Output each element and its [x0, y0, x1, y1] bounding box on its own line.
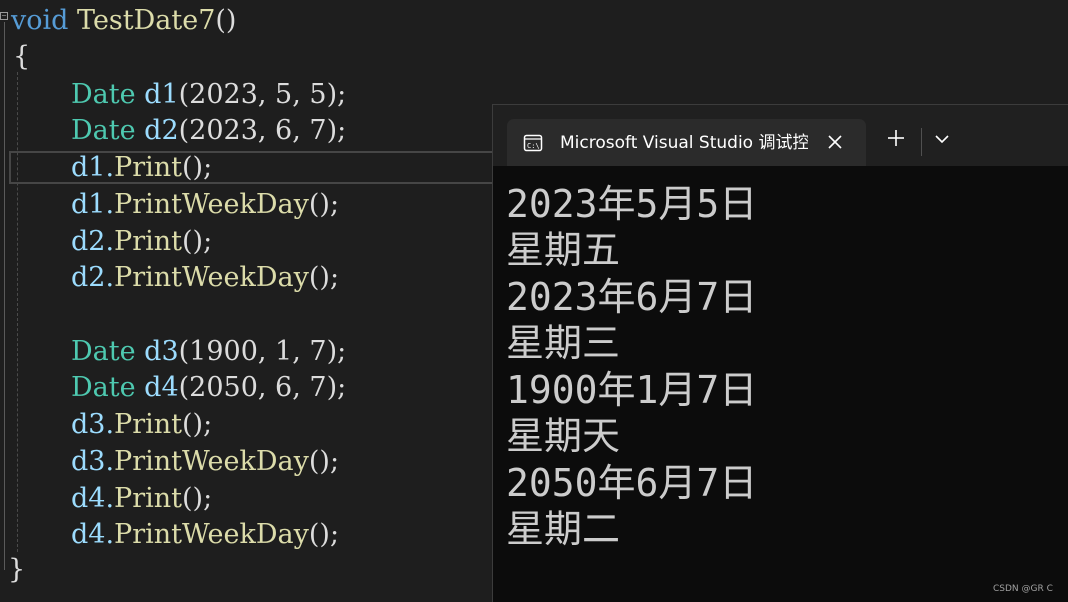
keyword-void: void [11, 5, 69, 36]
type-name: Date [71, 336, 136, 367]
method-name: PrintWeekDay [114, 519, 309, 550]
method-name: Print [114, 409, 182, 440]
constructor-args: (2023, 6, 7); [178, 115, 347, 146]
type-name: Date [71, 372, 136, 403]
method-name: PrintWeekDay [114, 189, 309, 220]
object-name: d2. [71, 226, 115, 257]
object-name: d2. [71, 262, 115, 293]
method-name: PrintWeekDay [114, 446, 309, 477]
call-tail: (); [182, 409, 213, 440]
call-tail: (); [308, 446, 340, 477]
close-icon[interactable] [825, 132, 845, 152]
plus-icon[interactable] [885, 127, 907, 149]
console-tab[interactable]: C:\ Microsoft Visual Studio 调试控制台 [507, 119, 866, 166]
constructor-args: (2050, 6, 7); [178, 372, 347, 403]
variable-name: d1 [144, 79, 179, 110]
code-line-call[interactable]: d1.PrintWeekDay(); [71, 188, 339, 222]
variable-name: d2 [144, 115, 179, 146]
object-name: d1. [71, 152, 115, 183]
variable-name: d4 [144, 372, 179, 403]
output-line: 星期二 [506, 507, 621, 551]
output-line: 星期三 [506, 321, 621, 365]
console-output[interactable]: 2023年5月5日 星期五 2023年6月7日 星期三 1900年1月7日 星期… [493, 166, 1068, 602]
output-line: 星期五 [506, 228, 621, 272]
object-name: d3. [71, 409, 115, 440]
output-line: 2050年6月7日 [506, 461, 758, 505]
method-name: Print [114, 483, 182, 514]
type-name: Date [71, 115, 136, 146]
constructor-args: (1900, 1, 7); [178, 336, 347, 367]
function-name: TestDate7 [77, 5, 216, 36]
code-line-decl-d3[interactable]: Date d3(1900, 1, 7); [71, 335, 346, 369]
output-line: 星期天 [506, 414, 621, 458]
watermark: CSDN @GR C [993, 584, 1053, 594]
call-tail: (); [308, 262, 340, 293]
variable-name: d3 [144, 336, 179, 367]
code-line-decl-d1[interactable]: Date d1(2023, 5, 5); [71, 78, 346, 112]
code-line-call[interactable]: d2.PrintWeekDay(); [71, 261, 339, 295]
object-name: d4. [71, 519, 115, 550]
code-line-call[interactable]: d2.Print(); [71, 225, 212, 259]
call-tail: (); [308, 519, 340, 550]
object-name: d3. [71, 446, 115, 477]
open-brace[interactable]: { [13, 40, 30, 74]
output-line: 1900年1月7日 [506, 368, 758, 412]
function-signature[interactable]: void TestDate7() [11, 4, 236, 38]
code-line-decl-d4[interactable]: Date d4(2050, 6, 7); [71, 371, 346, 405]
call-tail: (); [182, 152, 213, 183]
output-line: 2023年5月5日 [506, 182, 758, 226]
code-line-call[interactable]: d4.PrintWeekDay(); [71, 518, 339, 552]
object-name: d4. [71, 483, 115, 514]
object-name: d1. [71, 189, 115, 220]
titlebar-divider [921, 128, 922, 156]
indent-guide [17, 72, 18, 552]
call-tail: (); [308, 189, 340, 220]
console-titlebar[interactable]: C:\ Microsoft Visual Studio 调试控制台 [493, 105, 1068, 166]
fold-region-line [4, 22, 5, 570]
output-line: 2023年6月7日 [506, 275, 758, 319]
code-line-call[interactable]: d3.PrintWeekDay(); [71, 445, 339, 479]
console-window-icon: C:\ [523, 134, 543, 152]
code-line-decl-d2[interactable]: Date d2(2023, 6, 7); [71, 114, 346, 148]
collapse-toggle-icon[interactable]: − [0, 12, 8, 20]
code-line-call[interactable]: d3.Print(); [71, 408, 212, 442]
close-brace[interactable]: } [8, 553, 25, 587]
type-name: Date [71, 79, 136, 110]
call-tail: (); [182, 483, 213, 514]
constructor-args: (2023, 5, 5); [178, 79, 347, 110]
method-name: Print [114, 226, 182, 257]
method-name: PrintWeekDay [114, 262, 309, 293]
function-parens: () [215, 5, 237, 36]
console-tab-title: Microsoft Visual Studio 调试控制台 [560, 133, 808, 153]
call-tail: (); [182, 226, 213, 257]
svg-text:C:\: C:\ [527, 142, 540, 150]
method-name: Print [114, 152, 182, 183]
chevron-down-icon[interactable] [933, 132, 951, 146]
debug-console-window[interactable]: C:\ Microsoft Visual Studio 调试控制台 2023年5… [492, 104, 1068, 602]
code-line-call[interactable]: d4.Print(); [71, 482, 212, 516]
code-line-call[interactable]: d1.Print(); [71, 151, 212, 185]
